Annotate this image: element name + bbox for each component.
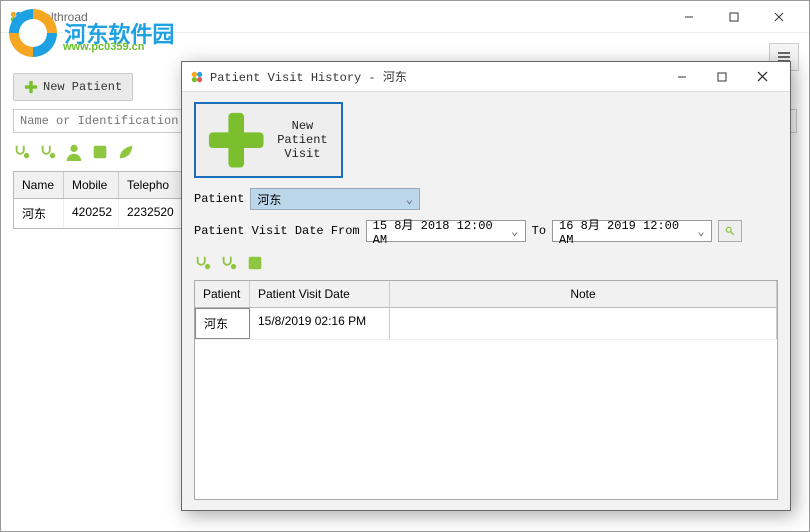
- dialog-minimize-button[interactable]: [662, 63, 702, 91]
- col-note[interactable]: Note: [390, 281, 777, 307]
- date-from-value: 15 8月 2018 12:00 AM: [373, 216, 507, 247]
- person-icon[interactable]: [65, 143, 83, 161]
- dialog-close-button[interactable]: [742, 63, 782, 91]
- watermark-url: www.pc0359.cn: [63, 41, 145, 53]
- main-titlebar: Healthroad: [1, 1, 809, 33]
- new-patient-label: New Patient: [43, 80, 122, 94]
- patient-combo-value: 河东: [257, 191, 401, 208]
- dialog-app-icon: [190, 70, 204, 84]
- stethoscope2-icon[interactable]: [39, 143, 57, 161]
- cell-note: [390, 308, 777, 339]
- cell-mobile: 420252: [64, 199, 119, 228]
- app-icon: [9, 10, 23, 24]
- dialog-title: Patient Visit History - 河东: [210, 68, 662, 85]
- chevron-down-icon: ⌄: [401, 192, 417, 207]
- book-icon[interactable]: [91, 143, 109, 161]
- cell-patient: 河东: [195, 308, 250, 339]
- plus-icon: [24, 80, 38, 94]
- patient-combobox[interactable]: 河东 ⌄: [250, 188, 420, 210]
- dialog-titlebar: Patient Visit History - 河东: [182, 62, 790, 92]
- cell-name: 河东: [14, 199, 64, 228]
- main-minimize-button[interactable]: [666, 2, 711, 32]
- patient-label: Patient: [194, 192, 244, 206]
- minimize-icon: [684, 12, 694, 22]
- visit-table: Patient Patient Visit Date Note 河东 15/8/…: [194, 280, 778, 500]
- main-window-title: Healthroad: [29, 10, 666, 24]
- col-mobile[interactable]: Mobile: [64, 172, 119, 198]
- stethoscope2-icon[interactable]: [220, 254, 238, 272]
- dialog-maximize-button[interactable]: [702, 63, 742, 91]
- table-row[interactable]: 河东 420252 2232520: [14, 199, 192, 228]
- plus-icon: [205, 109, 267, 171]
- col-patient[interactable]: Patient: [195, 281, 250, 307]
- main-close-button[interactable]: [756, 2, 801, 32]
- dialog-toolbar: [194, 254, 778, 272]
- date-to-value: 16 8月 2019 12:00 AM: [559, 216, 693, 247]
- col-visit-date[interactable]: Patient Visit Date: [250, 281, 390, 307]
- new-patient-visit-label: New Patient Visit: [272, 119, 332, 161]
- patient-table-header: Name Mobile Telepho: [14, 172, 192, 199]
- new-patient-button[interactable]: New Patient: [13, 73, 133, 101]
- table-row[interactable]: 河东 15/8/2019 02:16 PM: [195, 308, 777, 340]
- stethoscope-icon[interactable]: [194, 254, 212, 272]
- close-icon: [757, 71, 768, 82]
- patient-table: Name Mobile Telepho 河东 420252 2232520: [13, 171, 193, 229]
- date-from-picker[interactable]: 15 8月 2018 12:00 AM ⌄: [366, 220, 526, 242]
- date-to-label: To: [532, 224, 546, 238]
- chevron-down-icon: ⌄: [507, 224, 523, 239]
- search-icon: [725, 224, 735, 238]
- maximize-icon: [717, 72, 727, 82]
- chevron-down-icon: ⌄: [693, 224, 709, 239]
- cell-visit-date: 15/8/2019 02:16 PM: [250, 308, 390, 339]
- visit-table-header: Patient Patient Visit Date Note: [195, 281, 777, 308]
- col-name[interactable]: Name: [14, 172, 64, 198]
- minimize-icon: [677, 72, 687, 82]
- search-button[interactable]: [718, 220, 742, 242]
- book-icon[interactable]: [246, 254, 264, 272]
- date-from-label: Patient Visit Date From: [194, 224, 360, 238]
- patient-visit-history-dialog: Patient Visit History - 河东 New Patient V…: [181, 61, 791, 511]
- date-to-picker[interactable]: 16 8月 2019 12:00 AM ⌄: [552, 220, 712, 242]
- maximize-icon: [729, 12, 739, 22]
- close-icon: [774, 12, 784, 22]
- stethoscope-icon[interactable]: [13, 143, 31, 161]
- main-maximize-button[interactable]: [711, 2, 756, 32]
- leaf-icon[interactable]: [117, 143, 135, 161]
- new-patient-visit-button[interactable]: New Patient Visit: [194, 102, 343, 178]
